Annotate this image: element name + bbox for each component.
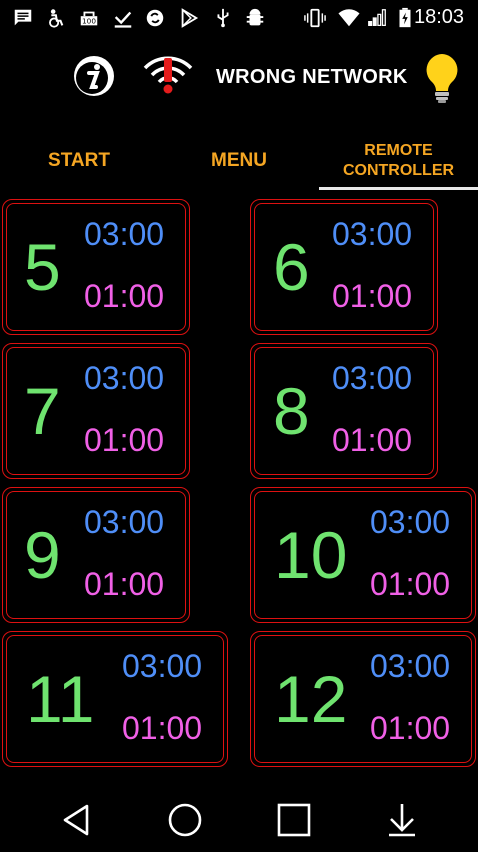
relay-tile-5[interactable]: 5 03:00 01:00 — [2, 199, 190, 335]
tile-number: 6 — [273, 230, 310, 304]
relay-tile-12[interactable]: 12 03:00 01:00 — [250, 631, 476, 767]
message-icon — [14, 9, 32, 26]
network-status: WRONG NETWORK — [216, 66, 408, 88]
tile-off-time: 01:00 — [332, 278, 413, 314]
sync-icon — [146, 9, 164, 27]
tile-number: 11 — [26, 662, 95, 736]
clock-time: 18:03 — [414, 6, 465, 28]
relay-tile-10[interactable]: 10 03:00 01:00 — [250, 487, 476, 623]
back-icon[interactable] — [57, 800, 97, 840]
storage-100-icon: 100 — [80, 11, 98, 26]
tab-start-label: START — [48, 150, 110, 171]
vibrate-icon — [304, 8, 326, 28]
tab-remote-controller[interactable]: REMOTE CONTROLLER — [319, 132, 478, 190]
tile-number: 5 — [24, 230, 61, 304]
download-done-icon — [114, 11, 132, 28]
tile-number: 12 — [274, 662, 348, 736]
tile-on-time: 03:00 — [84, 360, 165, 396]
tile-number: 10 — [274, 518, 348, 592]
accessibility-icon — [49, 9, 64, 28]
relay-tile-9[interactable]: 9 03:00 01:00 — [2, 487, 190, 623]
android-debug-icon — [246, 8, 264, 26]
info-icon[interactable] — [72, 54, 116, 98]
battery-charging-icon — [399, 7, 411, 28]
tile-on-time: 03:00 — [370, 648, 451, 684]
header-bar: WRONG NETWORK — [0, 48, 478, 108]
tile-on-time: 03:00 — [84, 504, 165, 540]
wifi-icon — [338, 9, 360, 27]
tab-menu-label: MENU — [211, 150, 267, 171]
tab-menu[interactable]: MENU — [159, 132, 319, 190]
relay-tile-11[interactable]: 11 03:00 01:00 — [2, 631, 228, 767]
tab-start[interactable]: START — [0, 132, 158, 190]
tab-remote-label-line2: CONTROLLER — [342, 162, 455, 179]
light-bulb-icon[interactable] — [420, 52, 464, 104]
tile-on-time: 03:00 — [332, 216, 413, 252]
recents-icon[interactable] — [274, 800, 314, 840]
tile-on-time: 03:00 — [332, 360, 413, 396]
wifi-error-icon — [143, 56, 193, 94]
tile-on-time: 03:00 — [84, 216, 165, 252]
cell-signal-icon — [368, 9, 386, 26]
tile-off-time: 01:00 — [122, 710, 203, 746]
keyboard-hide-icon[interactable] — [382, 800, 422, 840]
relay-tile-8[interactable]: 8 03:00 01:00 — [250, 343, 438, 479]
tile-number: 7 — [24, 374, 61, 448]
active-tab-indicator — [319, 187, 478, 190]
tile-on-time: 03:00 — [370, 504, 451, 540]
play-store-icon — [181, 8, 199, 28]
home-icon[interactable] — [165, 800, 205, 840]
tab-bar: START MENU REMOTE CONTROLLER — [0, 132, 478, 190]
tile-off-time: 01:00 — [370, 566, 451, 602]
system-nav-bar — [0, 786, 478, 852]
usb-icon — [217, 8, 229, 28]
relay-tile-6[interactable]: 6 03:00 01:00 — [250, 199, 438, 335]
tile-off-time: 01:00 — [332, 422, 413, 458]
tile-off-time: 01:00 — [370, 710, 451, 746]
svg-text:100: 100 — [82, 17, 96, 26]
tile-off-time: 01:00 — [84, 422, 165, 458]
tile-on-time: 03:00 — [122, 648, 203, 684]
status-bar: 100 18:03 — [0, 0, 478, 36]
relay-tile-7[interactable]: 7 03:00 01:00 — [2, 343, 190, 479]
tab-remote-label-line1: REMOTE — [364, 142, 433, 159]
tile-number: 9 — [24, 518, 61, 592]
tile-off-time: 01:00 — [84, 566, 165, 602]
tile-number: 8 — [273, 374, 310, 448]
tile-off-time: 01:00 — [84, 278, 165, 314]
